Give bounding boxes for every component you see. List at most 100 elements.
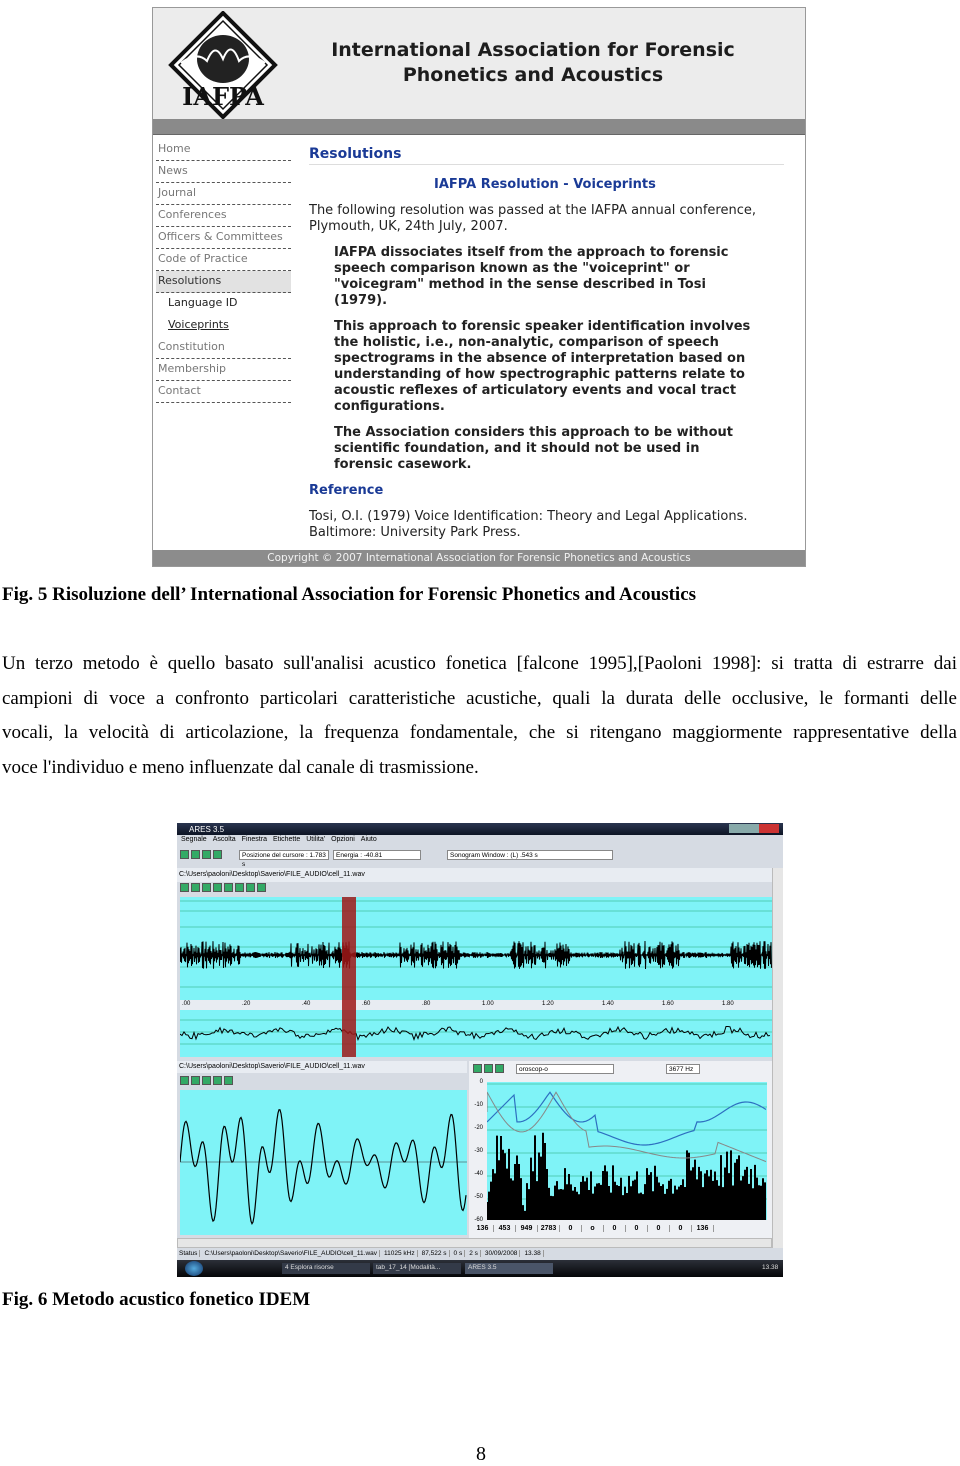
pitch-panel[interactable] (180, 1010, 772, 1057)
content: Resolutions IAFPA Resolution - Voiceprin… (309, 146, 784, 541)
tick-label: -50 (474, 1194, 483, 1200)
vertical-scrollbar[interactable] (772, 868, 783, 1248)
zoom-icon[interactable] (191, 883, 200, 892)
sidebar-item[interactable]: Resolutions (156, 271, 291, 293)
play-icon[interactable] (213, 883, 222, 892)
zoom-icon[interactable] (495, 1064, 504, 1073)
sidebar-item[interactable]: Home (156, 139, 291, 161)
formant-value: o (582, 1225, 604, 1232)
menu-item[interactable]: Aiuto (361, 836, 377, 843)
play-icon[interactable] (224, 883, 233, 892)
cursor-marker[interactable] (342, 897, 356, 1057)
frequency-readout: 3677 Hz (666, 1064, 700, 1074)
cursor-position-field: Posizione del cursore : 1.783 s (239, 850, 329, 868)
tick-label: -30 (474, 1148, 483, 1154)
resolution-paragraph: The Association considers this approach … (334, 425, 733, 472)
sidebar-item-label: Home (158, 142, 191, 155)
play-icon[interactable] (246, 883, 255, 892)
sidebar-item-label: Journal (158, 186, 197, 199)
site-header: IAFPA International Association for Fore… (153, 8, 805, 119)
sidebar-item[interactable]: Conferences (156, 205, 291, 227)
open-icon[interactable] (191, 850, 200, 859)
trace (487, 1132, 766, 1220)
tick-label: -40 (474, 1171, 483, 1177)
tick-label: -20 (474, 1125, 483, 1131)
spectrum-input[interactable]: oroscop-o (516, 1064, 614, 1074)
resolution-paragraph: This approach to forensic speaker identi… (334, 319, 751, 414)
tick-label: 1.40 (602, 1001, 614, 1007)
trace (180, 941, 772, 969)
status-field: 11025 kHz (384, 1250, 418, 1257)
sidebar-item[interactable]: Language ID (156, 293, 291, 315)
ares-screenshot: ARES 3.5 Segnale Ascolta Finestra Etichette… (177, 823, 783, 1277)
formant-value: 0 (648, 1225, 670, 1232)
toolbar (180, 850, 224, 859)
menu-item[interactable]: Utilita' (306, 836, 325, 843)
sidebar-item[interactable]: News (156, 161, 291, 183)
back-icon[interactable] (180, 850, 189, 859)
tick-label: 1.80 (722, 1001, 734, 1007)
sidebar-item-label: Voiceprints (168, 318, 229, 331)
save-icon[interactable] (202, 850, 211, 859)
play-icon[interactable] (235, 883, 244, 892)
taskbar: 4 Esplora risorse tab_17_14 [Modalità...… (177, 1260, 783, 1277)
iafpa-screenshot: IAFPA International Association for Fore… (152, 7, 806, 567)
svg-text:IAFPA: IAFPA (182, 82, 264, 111)
menu-item[interactable]: Segnale (181, 836, 207, 843)
formant-value: 2783 (538, 1225, 560, 1232)
window-controls[interactable] (729, 824, 779, 833)
sidebar-item[interactable]: Journal (156, 183, 291, 205)
menu-item[interactable]: Finestra (242, 836, 267, 843)
body-line: vocali, la velocità di articolazione, la… (2, 722, 957, 743)
taskbar-item[interactable]: ARES 3.5 (465, 1263, 553, 1274)
status-field: 87,522 s (421, 1250, 450, 1257)
status-field: 30/09/2008 (484, 1250, 521, 1257)
resolution-title: IAFPA Resolution - Voiceprints (434, 177, 656, 192)
sidebar-item[interactable]: Code of Practice (156, 249, 291, 271)
sidebar-item-label: Code of Practice (158, 252, 248, 265)
taskbar-item[interactable]: tab_17_14 [Modalità... (373, 1263, 461, 1274)
play-icon[interactable] (191, 1076, 200, 1085)
sidebar-item[interactable]: Constitution (156, 337, 291, 359)
sidebar-item[interactable]: Voiceprints (156, 315, 291, 337)
sidebar-item[interactable]: Officers & Committees (156, 227, 291, 249)
page-heading: Resolutions (309, 146, 784, 165)
tick-label: -60 (474, 1217, 483, 1223)
play-icon[interactable] (484, 1064, 493, 1073)
status-field: C:\Users\paoloni\Desktop\Saverio\FILE_AU… (204, 1250, 381, 1257)
settings-icon[interactable] (473, 1064, 482, 1073)
start-icon[interactable] (185, 1261, 203, 1276)
child-toolbar (180, 883, 268, 892)
prev-icon[interactable] (213, 1076, 222, 1085)
sidebar-item[interactable]: Contact (156, 381, 291, 403)
taskbar-item[interactable]: 4 Esplora risorse (282, 1263, 370, 1274)
stop-icon[interactable] (202, 1076, 211, 1085)
menu-item[interactable]: Ascolta (213, 836, 236, 843)
formant-value: 136 (692, 1225, 714, 1232)
tick-label: 0 (479, 1079, 483, 1085)
time-axis: .00 .20 .40 .60 .80 1.00 1.20 1.40 1.60 1.80 (180, 1000, 772, 1010)
waveform-panel[interactable] (180, 897, 772, 1000)
menu-bar: Segnale Ascolta Finestra Etichette Utilita' O… (181, 836, 383, 843)
energy-field: Energia : -40.81 (333, 850, 421, 860)
menu-item[interactable]: Opzioni (331, 836, 355, 843)
menu-item[interactable]: Etichette (273, 836, 300, 843)
zoom-icon[interactable] (202, 883, 211, 892)
sidebar-item[interactable]: Membership (156, 359, 291, 381)
next-icon[interactable] (224, 1076, 233, 1085)
horizontal-scrollbar[interactable] (177, 1238, 772, 1248)
title-bar: ARES 3.5 (177, 823, 783, 835)
sidebar-item-label: Conferences (158, 208, 227, 221)
zoom-toolbar (180, 1076, 235, 1085)
reference-text: Tosi, O.I. (1979) Voice Identification: … (309, 509, 748, 540)
status-field: Status (179, 1250, 201, 1257)
trace (487, 1091, 767, 1146)
next-icon[interactable] (257, 883, 266, 892)
figure-6-caption: Fig. 6 Metodo acustico fonetico IDEM (2, 1289, 311, 1310)
window-icon[interactable] (213, 850, 222, 859)
intro-text: The following resolution was passed at t… (309, 203, 756, 234)
status-field: 0 s (453, 1250, 466, 1257)
prev-icon[interactable] (180, 883, 189, 892)
zoom-waveform-panel[interactable] (180, 1090, 467, 1235)
play-icon[interactable] (180, 1076, 189, 1085)
